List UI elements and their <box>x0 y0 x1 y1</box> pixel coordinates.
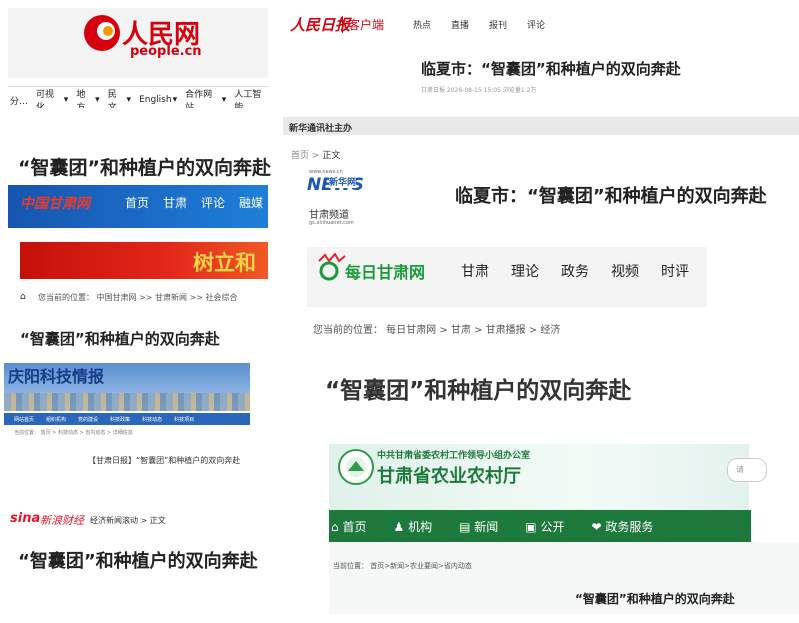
rmrb-nav-item[interactable]: 评论 <box>527 18 545 31</box>
agri-crumb: 当前位置： 首页>新闻>农业要闻>省内动态 <box>333 562 472 570</box>
agri-nav-org[interactable]: ♟ 机构 <box>393 518 432 535</box>
sina-panel: sina 新浪财经 经济新闻滚动 > 正文 “智囊团”和种植户的双向奔赴 <box>8 505 308 585</box>
daily-gansu-headline: “智囊团”和种植户的双向奔赴 <box>325 378 632 404</box>
rmrb-nav-item[interactable]: 报刊 <box>489 18 507 31</box>
clipboard-icon: ▣ <box>525 519 537 534</box>
agri-dept: 甘肃省农业农村厅 <box>377 466 521 487</box>
daily-gansu-nav-item[interactable]: 政务 <box>561 261 589 281</box>
rmrb-client-label: 客户端 <box>342 16 384 33</box>
agri-nav-home[interactable]: ⌂ 首页 <box>331 518 366 535</box>
qingyang-nav-item[interactable]: 组织机构 <box>46 416 66 423</box>
qingyang-nav-item[interactable]: 网站首页 <box>14 416 34 423</box>
daily-gansu-panel: 每日甘肃网 甘肃 理论 政务 视频 时评 您当前的位置： 每日甘肃网 > 甘肃 … <box>307 247 707 437</box>
gansu-news-location: 您当前的位置： 中国甘肃网 >> 甘肃新闻 >> 社会综合 <box>38 293 238 302</box>
gansu-news-logo: 中国甘肃网 <box>20 196 90 212</box>
rmrb-panel: 人民日报 客户端 热点 直播 报刊 评论 临夏市：“智囊团”和种植户的双向奔赴 … <box>282 8 799 108</box>
people-logo-icon <box>84 15 120 51</box>
daily-gansu-nav-item[interactable]: 理论 <box>511 261 539 281</box>
breadcrumb-separator: > <box>311 151 320 161</box>
breadcrumb-current: 正文 <box>322 151 341 161</box>
chevron-down-icon: ▾ <box>63 95 69 105</box>
gansu-news-panel: 中国甘肃网 首页 甘肃 评论 融媒 视 树立和 ⌂ 您当前的位置： 中国甘肃网 … <box>8 185 268 355</box>
gansu-news-headline: “智囊团”和种植户的双向奔赴 <box>20 330 220 348</box>
agri-nav-label: 政务服务 <box>605 519 654 534</box>
gansu-news-nav-item[interactable]: 融媒 <box>239 194 263 211</box>
daily-gansu-nav-item[interactable]: 时评 <box>661 261 689 281</box>
xinhua-channel-url: gs.xinhuanet.com <box>309 220 354 226</box>
agri-nav: ⌂ 首页 ♟ 机构 ▤ 新闻 ▣ 公开 ❤ 政务服务 <box>329 510 751 542</box>
gansu-news-nav-item[interactable]: 甘肃 <box>163 194 187 211</box>
search-input[interactable]: 请 <box>727 458 767 482</box>
sina-crumb: 经济新闻滚动 > 正文 <box>90 516 166 525</box>
people-cn-panel: 人民网 people.cn 分… 可视化 ▾ 地方 ▾ 民文 ▾ English ▾ 合… <box>8 8 268 108</box>
agri-nav-label: 公开 <box>540 519 565 534</box>
people-nav-item[interactable]: English <box>139 95 172 105</box>
xinhua-channel: 甘肃频道 <box>309 210 349 221</box>
chevron-down-icon: ▾ <box>126 95 132 105</box>
agri-nav-news[interactable]: ▤ 新闻 <box>459 518 498 535</box>
rmrb-headline: 临夏市：“智囊团”和种植户的双向奔赴 <box>421 60 681 78</box>
sina-logo-cn: 新浪财经 <box>40 514 84 527</box>
agri-nav-services[interactable]: ❤ 政务服务 <box>591 518 653 535</box>
rmrb-logo: 人民日报 <box>290 16 351 34</box>
people-nav-item[interactable]: 分… <box>10 94 28 107</box>
people-nav-item[interactable]: 民文 <box>108 87 126 108</box>
qingyang-crumb: 当前位置： 首页 > 科技动态 > 省内动态 > 详细信息 <box>14 430 133 436</box>
agri-nav-label: 机构 <box>408 519 433 534</box>
rmrb-meta: 甘肃日报 2026-08-15 15:05 浏览量1.2万 <box>421 87 537 94</box>
qingyang-panel: 庆阳科技情报 网站首页 组织机构 党的建设 科技政策 科技动态 科技项目 当前位… <box>4 363 250 473</box>
gansu-news-nav-item[interactable]: 首页 <box>125 194 149 211</box>
daily-gansu-nav-item[interactable]: 甘肃 <box>461 261 489 281</box>
xinhua-logo-cn: 新华网 <box>329 175 357 188</box>
chevron-down-icon: ▾ <box>95 95 100 105</box>
home-icon: ⌂ <box>331 519 339 534</box>
people-nav-item[interactable]: 合作网站 <box>185 87 221 108</box>
rmrb-nav-item[interactable]: 热点 <box>413 18 431 31</box>
daily-gansu-logo: 每日甘肃网 <box>345 263 426 282</box>
agri-headline: “智囊团”和种植户的双向奔赴 <box>575 592 735 606</box>
qingyang-city-image <box>4 393 250 411</box>
agri-nav-public[interactable]: ▣ 公开 <box>525 518 564 535</box>
rmrb-nav: 热点 直播 报刊 评论 <box>413 18 545 31</box>
chevron-down-icon: ▾ <box>221 95 227 105</box>
document-icon: ▤ <box>459 519 471 534</box>
agri-panel: 中共甘肃省委农村工作领导小组办公室 甘肃省农业农村厅 请 ⌂ 首页 ♟ 机构 ▤… <box>329 444 799 614</box>
qingyang-nav-item[interactable]: 科技项目 <box>174 416 194 423</box>
qingyang-nav: 网站首页 组织机构 党的建设 科技政策 科技动态 科技项目 <box>4 413 250 425</box>
emblem-icon <box>338 449 374 485</box>
agri-nav-label: 新闻 <box>474 519 499 534</box>
sina-headline: “智囊团”和种植户的双向奔赴 <box>18 551 258 572</box>
xinhua-headline: 临夏市：“智囊团”和种植户的双向奔赴 <box>455 186 767 207</box>
qingyang-headline: 【甘肃日报】“智囊团”和种植户的双向奔赴 <box>88 456 241 465</box>
gansu-news-banner-text: 树立和 <box>193 250 256 275</box>
daily-gansu-location: 您当前的位置： 每日甘肃网 > 甘肃 > 甘肃播报 > 经济 <box>313 325 561 336</box>
rmrb-nav-item[interactable]: 直播 <box>451 18 469 31</box>
agri-org: 中共甘肃省委农村工作领导小组办公室 <box>377 451 531 461</box>
people-headline: “智囊团”和种植户的双向奔赴 <box>18 157 271 179</box>
xinhua-panel: 新华通讯社主办 首页 > 正文 www.news.cn NEWS 新华网 甘肃频… <box>283 117 799 237</box>
gansu-news-nav-item[interactable]: 评论 <box>201 194 225 211</box>
xinhua-breadcrumb: 首页 > 正文 <box>291 148 340 161</box>
heart-icon: ❤ <box>591 519 602 534</box>
people-nav-item[interactable]: 人工智能 <box>234 87 268 108</box>
chevron-down-icon: ▾ <box>172 95 178 105</box>
agri-nav-label: 首页 <box>342 519 367 534</box>
person-icon: ♟ <box>393 519 405 534</box>
people-nav-item[interactable]: 可视化 <box>36 87 63 108</box>
qingyang-logo: 庆阳科技情报 <box>8 367 105 386</box>
xinhua-sponsor: 新华通讯社主办 <box>289 124 353 134</box>
xinhua-topbar <box>283 117 799 135</box>
daily-gansu-nav: 甘肃 理论 政务 视频 时评 <box>461 261 689 281</box>
people-nav-item[interactable]: 地方 <box>76 87 94 108</box>
qingyang-nav-item[interactable]: 党的建设 <box>78 416 98 423</box>
people-nav: 分… 可视化 ▾ 地方 ▾ 民文 ▾ English ▾ 合作网站 ▾ 人工智能 <box>8 86 268 108</box>
breadcrumb-home[interactable]: 首页 <box>291 151 309 161</box>
people-logo-en: people.cn <box>130 44 202 59</box>
qingyang-nav-item[interactable]: 科技政策 <box>110 416 130 423</box>
sina-logo: sina <box>10 511 41 526</box>
gansu-news-nav: 首页 甘肃 评论 融媒 视 <box>125 194 268 211</box>
qingyang-nav-item[interactable]: 科技动态 <box>142 416 162 423</box>
home-icon: ⌂ <box>20 292 26 302</box>
daily-gansu-nav-item[interactable]: 视频 <box>611 261 639 281</box>
